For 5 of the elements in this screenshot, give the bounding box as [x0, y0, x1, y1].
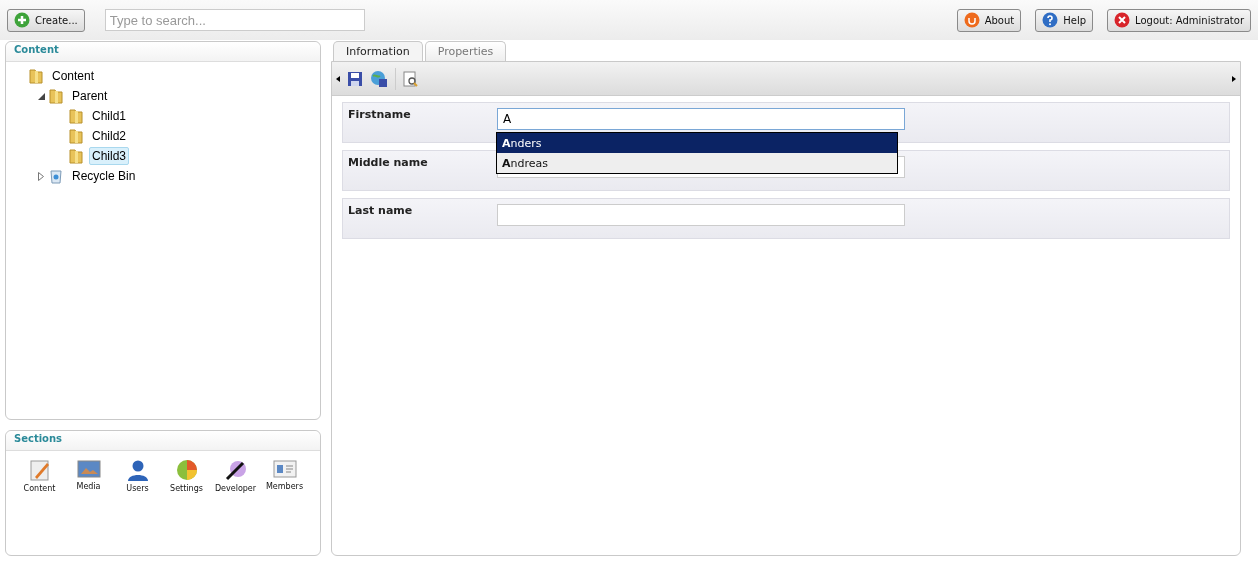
field-label: Firstname: [348, 108, 412, 123]
panel-title: Sections: [6, 431, 320, 451]
field-label: Middle name: [348, 156, 429, 171]
panel-title: Content: [6, 42, 320, 62]
field-label: Last name: [348, 204, 414, 219]
